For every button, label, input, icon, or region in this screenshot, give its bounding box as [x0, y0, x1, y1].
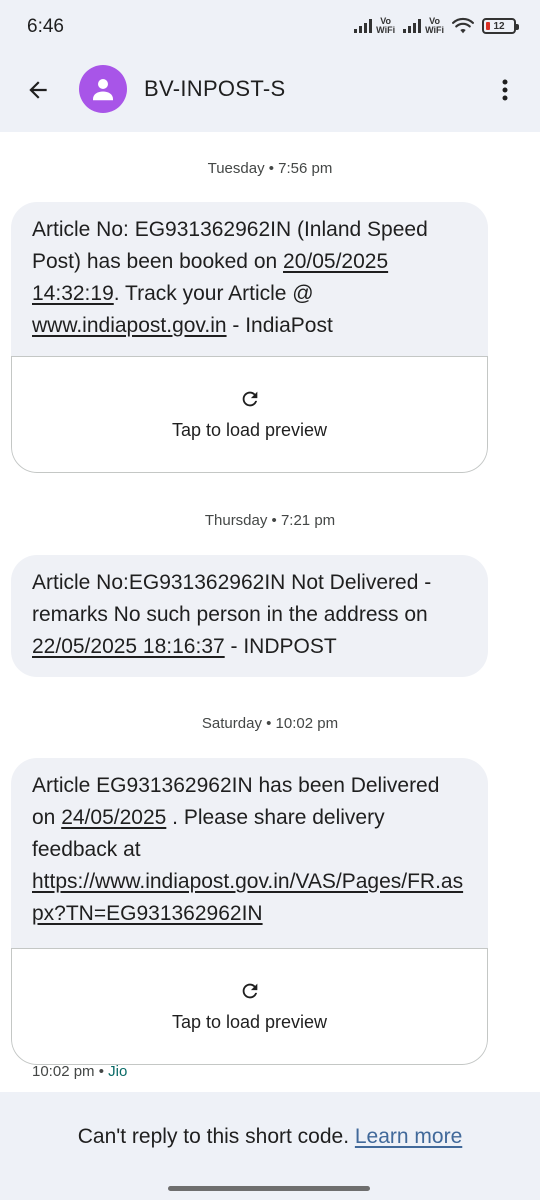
more-options-button[interactable] [490, 70, 520, 110]
status-bar: 6:46 Vo WiFi Vo WiFi 12 [0, 0, 540, 56]
message-text: Article EG931362962IN has been Delivered… [32, 774, 464, 925]
status-time: 6:46 [27, 16, 64, 37]
more-vert-icon [502, 79, 508, 101]
date-link[interactable]: 22/05/2025 18:16:37 [32, 635, 225, 658]
footer-notice: Can't reply to this short code. Learn mo… [0, 1125, 540, 1149]
wifi-icon [452, 17, 474, 34]
footer-message: Can't reply to this short code. [77, 1125, 350, 1148]
url-link[interactable]: www.indiapost.gov.in [32, 314, 227, 337]
preview-label: Tap to load preview [171, 420, 328, 440]
date-link[interactable]: 24/05/2025 [61, 806, 166, 829]
day-timestamp: Tuesday • 7:56 pm [207, 160, 333, 177]
battery-level: 12 [493, 20, 505, 32]
refresh-icon [242, 391, 257, 407]
refresh-icon [242, 983, 257, 999]
signal-icon [354, 19, 373, 33]
message-meta: 10:02 pm • Jio [32, 1063, 127, 1080]
battery-icon: 12 [482, 18, 519, 34]
avatar[interactable] [79, 65, 127, 113]
messages-conversation-screen: 6:46 Vo WiFi Vo WiFi 12 BV-INPOST-S Tues… [0, 0, 540, 1200]
url-link[interactable]: https://www.indiapost.gov.in/VAS/Pages/F… [32, 870, 463, 925]
carrier-label: Jio [108, 1063, 128, 1080]
link-preview-card[interactable]: Tap to load preview [11, 948, 488, 1065]
vowifi-icon-2: Vo WiFi [425, 16, 444, 35]
preview-label: Tap to load preview [171, 1012, 328, 1032]
day-timestamp: Saturday • 10:02 pm [201, 715, 339, 732]
day-timestamp: Thursday • 7:21 pm [204, 512, 336, 529]
link-preview-card[interactable]: Tap to load preview [11, 356, 488, 473]
arrow-back-icon [29, 81, 47, 99]
reply-disabled-footer: Can't reply to this short code. Learn mo… [0, 1092, 540, 1200]
contact-name: BV-INPOST-S [144, 76, 286, 101]
message-bubble[interactable]: Article EG931362962IN has been Delivered… [11, 758, 488, 1065]
learn-more-link[interactable]: Learn more [355, 1125, 462, 1148]
message-text: Article No:EG931362962IN Not Delivered -… [32, 571, 432, 658]
meta-separator: • [98, 1063, 104, 1080]
back-button[interactable] [18, 70, 58, 110]
message-bubble[interactable]: Article No:EG931362962IN Not Delivered -… [11, 555, 488, 677]
conversation-header: BV-INPOST-S [0, 56, 540, 132]
message-text: Article No: EG931362962IN (Inland Speed … [32, 218, 428, 337]
person-icon [93, 79, 113, 101]
message-time: 10:02 pm [32, 1063, 95, 1080]
signal-icon-2 [403, 19, 422, 33]
status-icons: Vo WiFi Vo WiFi 12 [354, 14, 519, 38]
vowifi-icon: Vo WiFi [376, 16, 396, 35]
home-indicator[interactable] [168, 1186, 370, 1191]
message-bubble[interactable]: Article No: EG931362962IN (Inland Speed … [11, 202, 488, 473]
